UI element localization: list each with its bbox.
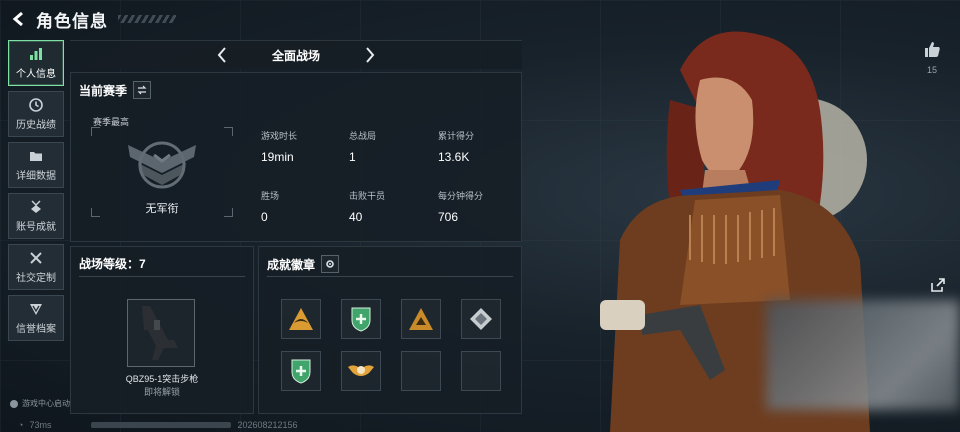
- badge-slot[interactable]: [341, 299, 381, 339]
- winged-skull-badge-icon: [348, 365, 374, 376]
- swap-icon: [137, 85, 147, 95]
- folder-icon: [28, 148, 44, 164]
- weapon-name: QBZ95-1突击步枪: [125, 374, 199, 384]
- back-button[interactable]: [6, 6, 32, 32]
- build-id: 2026082121​56: [237, 420, 298, 430]
- battlefield-level-panel: 战场等级：7 QBZ95-1突击步枪 即将解锁: [70, 246, 254, 414]
- badge-slot-empty[interactable]: [401, 351, 441, 391]
- stat-label: 游戏时长: [261, 131, 298, 141]
- sidebar-item-label: 详细数据: [16, 171, 56, 182]
- sidebar-item-label: 信誉档案: [16, 324, 56, 335]
- eagle-badge-icon: [409, 308, 433, 330]
- launch-icon: [10, 399, 18, 408]
- sidebar-item-label: 历史战绩: [16, 120, 56, 131]
- title-decoration: [118, 15, 176, 23]
- like-button[interactable]: 15: [921, 40, 943, 75]
- stat-label: 累计得分: [438, 131, 475, 141]
- stat-value: 13.6K: [438, 150, 470, 164]
- sidebar: 个人信息 历史战绩 详细数据 账号成就 社交定制 信誉档案: [8, 40, 64, 346]
- game-center-label: 游戏中心启动: [22, 399, 70, 408]
- stat-label: 总战局: [349, 131, 377, 141]
- stat-play-time: 游戏时长 19min: [261, 129, 297, 164]
- status-bar: ◔ 73ms 2026082121​56: [18, 420, 298, 430]
- stat-value: 19min: [261, 150, 294, 164]
- rank-emblem-icon: [128, 141, 196, 189]
- weapon-card[interactable]: [127, 299, 195, 367]
- badge-settings-button[interactable]: [321, 255, 340, 273]
- sidebar-item-details[interactable]: 详细数据: [8, 142, 64, 188]
- weapon-unlock-status: 即将解锁: [143, 387, 180, 397]
- shield-plus-badge-icon: [351, 307, 371, 332]
- share-icon: [931, 278, 945, 292]
- sidebar-item-history[interactable]: 历史战绩: [8, 91, 64, 137]
- stat-value: 40: [349, 210, 363, 224]
- medal-icon: [28, 199, 44, 215]
- stat-total-score: 累计得分 13.6K: [438, 129, 474, 164]
- stat-label: 每分钟得分: [438, 191, 484, 201]
- sidebar-item-label: 社交定制: [16, 273, 56, 284]
- shield-icon: [28, 301, 44, 317]
- stat-kills: 击败干员 40: [349, 189, 385, 224]
- badge-slot[interactable]: [401, 299, 441, 339]
- bar-chart-icon: [28, 46, 44, 62]
- sidebar-item-personal-info[interactable]: 个人信息: [8, 40, 64, 86]
- level-title: 战场等级：7: [79, 257, 146, 271]
- mode-switcher: 全面战场: [70, 40, 522, 69]
- stat-label: 击败干员: [349, 191, 386, 201]
- badges-panel-header: 成就徽章: [267, 255, 340, 273]
- stat-label: 胜场: [261, 191, 280, 201]
- shield-plus-badge-icon: [291, 359, 311, 384]
- season-panel: 当前赛季 赛季最高 无军衔 游戏时长 19min 总战局 1 累计得分 13.6…: [70, 72, 522, 242]
- season-title: 当前赛季: [79, 83, 128, 98]
- stat-value: 0: [261, 210, 268, 224]
- wifi-icon: ◔: [18, 420, 24, 430]
- ping-readout: 73ms: [29, 420, 52, 430]
- next-mode-button[interactable]: [360, 45, 380, 65]
- rank-box: 无军衔: [91, 127, 233, 217]
- like-count: 15: [926, 65, 937, 75]
- badge-slot-empty[interactable]: [461, 351, 501, 391]
- switch-season-button[interactable]: [133, 81, 152, 99]
- season-panel-header: 当前赛季: [79, 81, 152, 99]
- thumbs-up-icon: [925, 42, 940, 57]
- badges-title: 成就徽章: [267, 257, 316, 272]
- sidebar-item-social[interactable]: 社交定制: [8, 244, 64, 290]
- page-title: 角色信息: [36, 11, 108, 31]
- stat-score-per-minute: 每分钟得分 706: [438, 189, 483, 224]
- rank-label: 无军衔: [145, 203, 179, 215]
- game-center-launch[interactable]: 游戏中心启动: [10, 398, 70, 409]
- gear-icon: [326, 260, 334, 268]
- badge-slot[interactable]: [281, 351, 321, 391]
- eagle-badge-icon: [289, 308, 313, 330]
- sidebar-item-achievements[interactable]: 账号成就: [8, 193, 64, 239]
- badge-slot[interactable]: [461, 299, 501, 339]
- achievement-badges-panel: 成就徽章: [258, 246, 522, 414]
- blurred-text: [91, 422, 232, 428]
- sidebar-item-reputation[interactable]: 信誉档案: [8, 295, 64, 341]
- stat-value: 706: [438, 210, 459, 224]
- chevron-left-icon: [12, 11, 23, 27]
- divider: [267, 276, 513, 277]
- chevron-right-icon: [366, 47, 375, 63]
- clock-icon: [28, 97, 44, 113]
- stat-value: 1: [349, 150, 356, 164]
- mode-title: 全面战场: [271, 49, 320, 63]
- stat-total-matches: 总战局 1: [349, 129, 376, 164]
- blurred-region: [766, 300, 960, 410]
- header: 角色信息: [0, 0, 520, 38]
- share-button[interactable]: [930, 277, 948, 295]
- tools-icon: [28, 250, 44, 266]
- level-panel-header: 战场等级：7: [79, 255, 146, 272]
- stat-wins: 胜场 0: [261, 189, 279, 224]
- badge-slot[interactable]: [281, 299, 321, 339]
- badge-slot[interactable]: [341, 351, 381, 391]
- rifle-icon: [142, 306, 178, 360]
- divider: [79, 276, 245, 277]
- diamond-badge-icon: [470, 308, 492, 330]
- sidebar-item-label: 账号成就: [16, 222, 56, 233]
- sidebar-item-label: 个人信息: [16, 69, 56, 80]
